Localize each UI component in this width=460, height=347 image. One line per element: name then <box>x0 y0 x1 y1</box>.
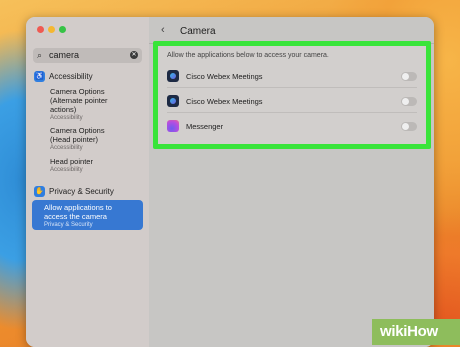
search-input[interactable]: camera <box>49 50 79 60</box>
sidebar-item-label: Camera Options <box>50 126 105 135</box>
sidebar-section-label: Privacy & Security <box>49 187 114 196</box>
app-row-webex-2: Cisco Webex Meetings <box>158 89 426 113</box>
sidebar-item-sublabel: Privacy & Security <box>44 222 93 228</box>
sidebar-item-allow-camera-access[interactable]: Allow applications to access the camera … <box>32 200 143 230</box>
sidebar-item-camera-options-alternate[interactable]: Camera Options (Alternate pointer action… <box>50 87 142 122</box>
messenger-icon <box>167 120 179 132</box>
app-row-messenger: Messenger <box>158 114 426 138</box>
wikihow-watermark: wikiHow <box>372 319 460 345</box>
sidebar-section-label: Accessibility <box>49 72 93 81</box>
row-divider <box>167 112 417 113</box>
accessibility-icon: ♿ <box>34 71 45 82</box>
clear-search-icon[interactable]: ✕ <box>130 51 138 59</box>
sidebar: ⌕ camera ✕ ♿ Accessibility Camera Option… <box>26 17 149 347</box>
zoom-window-button[interactable] <box>59 26 66 33</box>
sidebar-item-sublabel: Accessibility <box>50 115 83 121</box>
close-window-button[interactable] <box>37 26 44 33</box>
app-name: Cisco Webex Meetings <box>186 72 263 81</box>
webex-icon <box>167 95 179 107</box>
sidebar-item-label: (Head pointer) <box>50 135 98 144</box>
back-chevron-icon[interactable]: ‹ <box>161 24 165 36</box>
sidebar-item-head-pointer[interactable]: Head pointer Accessibility <box>50 157 142 174</box>
app-name: Cisco Webex Meetings <box>186 97 263 106</box>
camera-access-toggle[interactable] <box>401 122 417 131</box>
sidebar-item-label: (Alternate pointer <box>50 96 108 105</box>
row-divider <box>167 87 417 88</box>
panel-description: Allow the applications below to access y… <box>167 52 329 59</box>
sidebar-item-label: Head pointer <box>50 157 93 166</box>
camera-access-toggle[interactable] <box>401 97 417 106</box>
search-field[interactable]: ⌕ camera ✕ <box>33 48 142 63</box>
sidebar-item-label: actions) <box>50 105 77 114</box>
sidebar-item-label: Allow applications to <box>44 203 112 212</box>
minimize-window-button[interactable] <box>48 26 55 33</box>
main-pane: ‹ Camera Allow the applications below to… <box>149 17 434 347</box>
app-name: Messenger <box>186 122 224 131</box>
sidebar-item-camera-options-head[interactable]: Camera Options (Head pointer) Accessibil… <box>50 126 142 152</box>
page-title: Camera <box>180 26 216 37</box>
search-icon: ⌕ <box>37 50 43 60</box>
system-settings-window: ⌕ camera ✕ ♿ Accessibility Camera Option… <box>26 17 434 347</box>
app-row-webex-1: Cisco Webex Meetings <box>158 64 426 88</box>
camera-apps-panel: Allow the applications below to access y… <box>158 46 426 144</box>
webex-icon <box>167 70 179 82</box>
sidebar-item-label: access the camera <box>44 212 107 221</box>
sidebar-item-sublabel: Accessibility <box>50 167 83 173</box>
sidebar-item-sublabel: Accessibility <box>50 145 83 151</box>
hand-icon: ✋ <box>34 186 45 197</box>
camera-access-toggle[interactable] <box>401 72 417 81</box>
watermark-text: wikiHow <box>380 323 438 340</box>
sidebar-item-label: Camera Options <box>50 87 105 96</box>
